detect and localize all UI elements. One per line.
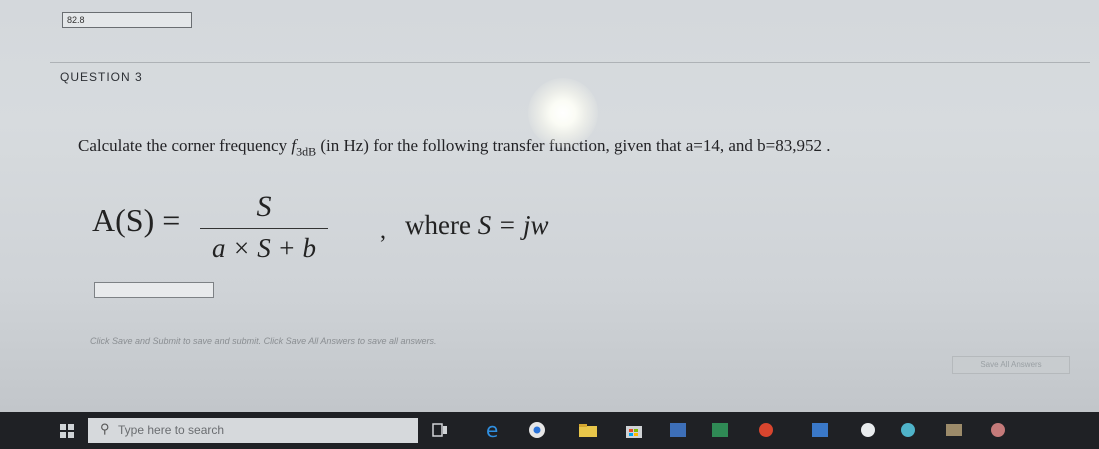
previous-answer-field[interactable]: 82.8 bbox=[62, 12, 192, 28]
transfer-function-formula: A(S) = S a × S + b , where S = jw bbox=[92, 188, 612, 272]
where-expression: S = jw bbox=[477, 210, 549, 240]
formula-where-clause: where S = jw bbox=[405, 210, 548, 241]
windows-taskbar: ⚲ Type here to search e bbox=[0, 412, 1099, 449]
answer-input[interactable] bbox=[94, 282, 214, 298]
edge-icon[interactable]: e bbox=[484, 421, 504, 439]
formula-lhs: A(S) = bbox=[92, 202, 181, 238]
chrome-icon[interactable] bbox=[528, 421, 546, 439]
previous-answer-value: 82.8 bbox=[67, 15, 85, 25]
formula-comma: , bbox=[380, 218, 386, 244]
screen-glare bbox=[528, 78, 598, 148]
question-text-before: Calculate the corner frequency bbox=[78, 136, 292, 155]
formula-fraction: S a × S + b bbox=[200, 188, 328, 265]
white-app-icon[interactable] bbox=[858, 421, 878, 439]
frequency-subscript: 3dB bbox=[296, 144, 317, 159]
blue-app-icon[interactable] bbox=[810, 421, 830, 439]
fraction-bar bbox=[200, 228, 328, 229]
svg-text:e: e bbox=[486, 421, 498, 439]
formula-denominator: a × S + b bbox=[212, 233, 316, 263]
where-text: where bbox=[405, 210, 478, 240]
browser-content-area: 82.8 QUESTION 3 Calculate the corner fre… bbox=[0, 0, 1099, 412]
save-instructions: Click Save and Submit to save and submit… bbox=[90, 336, 437, 346]
pink-app-icon[interactable] bbox=[988, 421, 1008, 439]
windows-start-icon[interactable] bbox=[60, 424, 74, 438]
store-icon[interactable] bbox=[624, 421, 644, 439]
photo-app-icon[interactable] bbox=[944, 421, 964, 439]
formula-numerator: S bbox=[256, 190, 272, 223]
search-placeholder: Type here to search bbox=[118, 423, 225, 437]
task-view-icon[interactable] bbox=[432, 421, 448, 439]
question-number-label: QUESTION 3 bbox=[60, 70, 143, 84]
file-explorer-icon[interactable] bbox=[578, 421, 598, 439]
question-divider bbox=[50, 62, 1090, 63]
search-icon: ⚲ bbox=[100, 421, 110, 436]
excel-icon[interactable] bbox=[710, 421, 730, 439]
taskbar-search-box[interactable]: ⚲ Type here to search bbox=[88, 418, 418, 443]
word-icon[interactable] bbox=[668, 421, 688, 439]
save-all-answers-button[interactable]: Save All Answers bbox=[952, 356, 1070, 374]
cyan-app-icon[interactable] bbox=[898, 421, 918, 439]
red-app-icon[interactable] bbox=[756, 421, 776, 439]
